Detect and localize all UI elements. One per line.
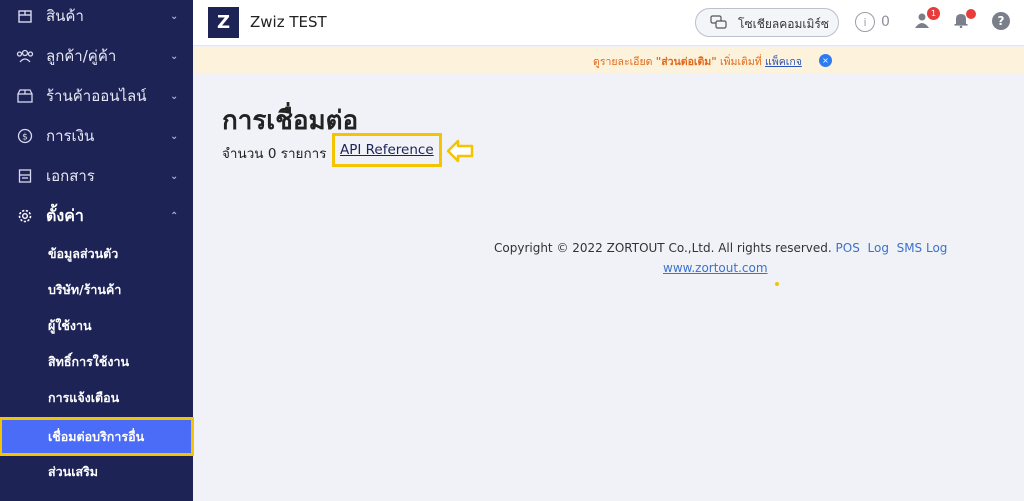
svg-text:$: $: [22, 133, 28, 143]
social-commerce-label: โซเชียลคอมเมิร์ซ: [738, 17, 829, 31]
sidebar-subitem-permissions[interactable]: สิทธิ์การใช้งาน: [0, 345, 193, 379]
notice-highlight: "ส่วนต่อเติม": [655, 56, 717, 68]
gear-icon: [16, 207, 34, 225]
chevron-down-icon: ⌄: [170, 130, 179, 142]
user-badge: 1: [927, 7, 940, 20]
sidebar-subitem-notifications[interactable]: การแจ้งเตือน: [0, 381, 193, 415]
api-reference-link[interactable]: API Reference: [340, 142, 434, 158]
chevron-down-icon: ⌄: [170, 90, 179, 102]
brand-name: Zwiz TEST: [250, 13, 327, 31]
users-icon: [16, 47, 34, 65]
chevron-down-icon: ⌄: [170, 50, 179, 62]
notice-text: ดูรายละเอียด "ส่วนต่อเติม" เพิ่มเติมที่ …: [593, 53, 802, 70]
copyright-text: Copyright © 2022 ZORTOUT Co.,Ltd. All ri…: [494, 241, 832, 255]
sidebar-subitem-label: ข้อมูลส่วนตัว: [48, 246, 119, 261]
chevron-down-icon: ⌄: [170, 170, 179, 182]
arrow-left-icon: [446, 138, 474, 168]
sidebar-subitem-label: ส่วนเสริม: [48, 464, 99, 479]
notice-middle: เพิ่มเติมที่: [716, 56, 766, 68]
sidebar-subitem-integrations[interactable]: เชื่อมต่อบริการอื่น: [0, 417, 194, 456]
help-icon[interactable]: ?: [992, 12, 1010, 30]
sidebar-subitem-label: ผู้ใช้งาน: [48, 318, 92, 333]
sidebar-item-label: ลูกค้า/คู่ค้า: [46, 47, 117, 65]
document-icon: [16, 167, 34, 185]
footer-link-pos[interactable]: POS: [836, 241, 860, 255]
close-icon[interactable]: ×: [819, 54, 832, 67]
decorative-dot: [775, 282, 779, 286]
sidebar-subitem-label: การแจ้งเตือน: [48, 390, 120, 405]
item-count: จำนวน 0 รายการ: [222, 146, 327, 162]
chevron-up-icon: ⌃: [170, 210, 179, 222]
coin-icon: $: [16, 127, 34, 145]
sidebar-item-label: สินค้า: [46, 7, 84, 25]
chevron-down-icon: ⌄: [170, 10, 179, 22]
website-link[interactable]: www.zortout.com: [663, 261, 768, 275]
copyright: Copyright © 2022 ZORTOUT Co.,Ltd. All ri…: [494, 241, 947, 255]
sidebar-subitem-label: สิทธิ์การใช้งาน: [48, 354, 130, 369]
sidebar-item-products[interactable]: สินค้า ⌄: [0, 0, 193, 36]
sidebar-item-label: ตั้งค่า: [46, 205, 84, 225]
info-count: 0: [881, 14, 890, 30]
sidebar-subitem-label: เชื่อมต่อบริการอื่น: [48, 428, 145, 444]
sidebar-subitem-company[interactable]: บริษัท/ร้านค้า: [0, 273, 193, 307]
notification-dot: [966, 9, 976, 19]
box-icon: [16, 7, 34, 25]
sidebar-item-label: การเงิน: [46, 127, 95, 145]
info-icon[interactable]: i: [855, 12, 875, 32]
sidebar-item-customers[interactable]: ลูกค้า/คู่ค้า ⌄: [0, 36, 193, 76]
sidebar-subitem-label: บริษัท/ร้านค้า: [48, 282, 122, 297]
logo[interactable]: Z: [208, 7, 239, 38]
notice-banner: ดูรายละเอียด "ส่วนต่อเติม" เพิ่มเติมที่ …: [193, 47, 1024, 73]
notice-prefix: ดูรายละเอียด: [593, 56, 656, 68]
footer-link-sms-log[interactable]: SMS Log: [897, 241, 948, 255]
sidebar-item-label: เอกสาร: [46, 167, 95, 185]
sidebar-subitem-profile[interactable]: ข้อมูลส่วนตัว: [0, 237, 193, 271]
sidebar-item-documents[interactable]: เอกสาร ⌄: [0, 156, 193, 196]
sidebar-subitem-users[interactable]: ผู้ใช้งาน: [0, 309, 193, 343]
sidebar-item-online-store[interactable]: ร้านค้าออนไลน์ ⌄: [0, 76, 193, 116]
chat-icon: [710, 15, 727, 34]
shop-icon: [16, 87, 34, 105]
package-link[interactable]: แพ็คเกจ: [765, 56, 802, 68]
topbar: Z Zwiz TEST โซเชียลคอมเมิร์ซ i 0 1 ?: [193, 0, 1024, 46]
sidebar-item-settings[interactable]: ตั้งค่า ⌃: [0, 196, 193, 236]
footer-link-log[interactable]: Log: [868, 241, 889, 255]
sidebar-subitem-addons[interactable]: ส่วนเสริม: [0, 455, 193, 489]
sidebar-item-label: ร้านค้าออนไลน์: [46, 87, 147, 105]
sidebar-item-finance[interactable]: $ การเงิน ⌄: [0, 116, 193, 156]
social-commerce-button[interactable]: โซเชียลคอมเมิร์ซ: [695, 8, 839, 37]
sidebar: สินค้า ⌄ ลูกค้า/คู่ค้า ⌄ ร้านค้าออนไลน์ …: [0, 0, 194, 501]
